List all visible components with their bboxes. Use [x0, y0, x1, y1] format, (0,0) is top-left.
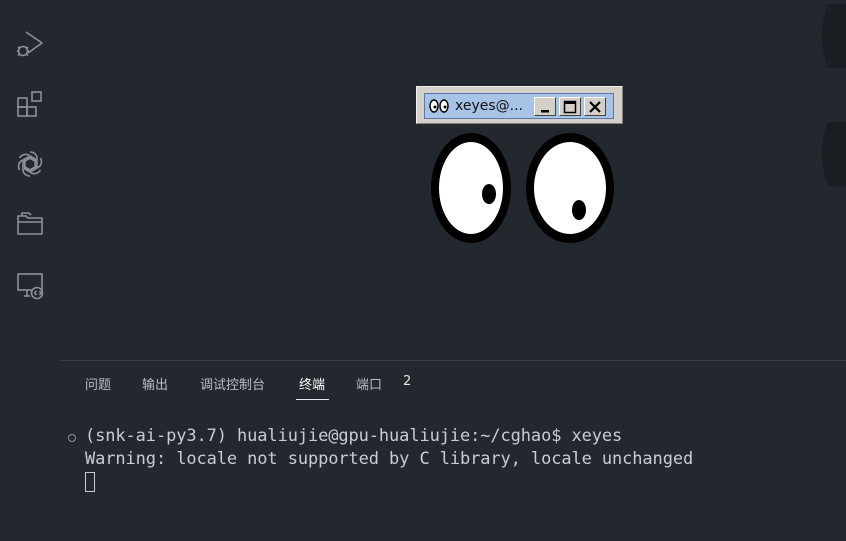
extensions-icon[interactable] [12, 86, 48, 122]
remote-explorer-icon[interactable] [12, 267, 48, 303]
editor-edge-shape [822, 4, 846, 68]
terminal-line: Warning: locale not supported by C libra… [85, 449, 694, 469]
maximize-button[interactable] [559, 97, 581, 116]
openai-icon[interactable] [12, 146, 48, 182]
tab-terminal[interactable]: 终端 [299, 374, 325, 393]
terminal-line: (snk-ai-py3.7) hualiujie@gpu-hualiujie:~… [85, 426, 623, 446]
run-debug-icon[interactable] [12, 25, 48, 61]
tab-output[interactable]: 输出 [142, 374, 168, 393]
right-pupil [572, 200, 586, 220]
xeyes-app-icon [429, 99, 449, 113]
right-eye-white [534, 142, 606, 234]
tab-debug-console[interactable]: 调试控制台 [200, 374, 265, 393]
xeyes-titlebar[interactable]: xeyes@... [416, 86, 623, 124]
editor-edge-shape [822, 122, 846, 186]
close-icon [589, 100, 601, 113]
xeyes-titlebar-inner[interactable]: xeyes@... [424, 93, 614, 119]
maximize-icon [563, 100, 577, 113]
ports-count-badge: 2 [403, 374, 412, 389]
tab-problems[interactable]: 问题 [85, 374, 111, 393]
close-button[interactable] [584, 97, 606, 116]
activity-bar [0, 0, 60, 541]
minimize-button[interactable] [534, 97, 556, 116]
panel-divider [60, 360, 846, 361]
active-tab-indicator [296, 399, 329, 400]
terminal-cursor [85, 472, 95, 492]
xeyes-window[interactable]: xeyes@... [416, 86, 623, 252]
minimize-icon [541, 109, 549, 112]
vscode-window: xeyes@... 问题 输出 调试控制台 终端 端口 2 (snk-ai-py… [0, 0, 846, 541]
left-pupil [482, 184, 496, 204]
xeyes-eyes[interactable] [416, 124, 623, 252]
tab-ports[interactable]: 端口 [356, 374, 382, 393]
command-status-icon[interactable] [68, 434, 76, 442]
folder-icon[interactable] [12, 206, 48, 242]
xeyes-title: xeyes@... [455, 98, 524, 114]
